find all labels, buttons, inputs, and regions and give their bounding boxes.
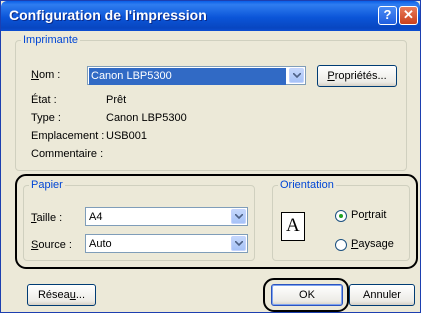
- comment-label: Commentaire :: [31, 148, 104, 160]
- network-button-post: ...: [75, 289, 86, 301]
- location-value: USB001: [106, 130, 147, 142]
- location-label: Emplacement :: [31, 130, 105, 142]
- title-bar[interactable]: Configuration de l'impression ? ✕: [1, 1, 420, 31]
- printer-name-label: Nom :: [31, 69, 60, 81]
- network-button-pre: Résea: [37, 289, 70, 301]
- properties-button-mnemonic: P: [327, 70, 335, 82]
- cancel-button[interactable]: Annuler: [349, 284, 415, 306]
- properties-button-label: ropriétés...: [334, 70, 387, 82]
- status-value: Prêt: [106, 94, 127, 106]
- printer-name-dropdown-arrow-icon[interactable]: [289, 68, 304, 83]
- close-button[interactable]: ✕: [399, 6, 418, 25]
- printer-group-label: Imprimante: [23, 34, 79, 46]
- type-value: Canon LBP5300: [106, 112, 187, 124]
- type-label: Type :: [31, 112, 61, 124]
- printer-name-label-text: om :: [38, 69, 61, 81]
- network-button[interactable]: Réseau...: [27, 284, 96, 306]
- paper-orientation-highlight-frame: [15, 174, 418, 269]
- printer-name-label-mnemonic: N: [31, 69, 39, 81]
- printer-name-select[interactable]: Canon LBP5300: [87, 66, 306, 85]
- window-title: Configuration de l'impression: [9, 7, 207, 23]
- status-label: État :: [31, 94, 57, 106]
- print-setup-dialog: Configuration de l'impression ? ✕ Imprim…: [0, 0, 421, 313]
- help-button[interactable]: ?: [378, 6, 397, 25]
- properties-button[interactable]: Propriétés...: [317, 65, 397, 87]
- printer-name-value: Canon LBP5300: [89, 68, 286, 85]
- ok-button-highlight-frame: [263, 278, 349, 312]
